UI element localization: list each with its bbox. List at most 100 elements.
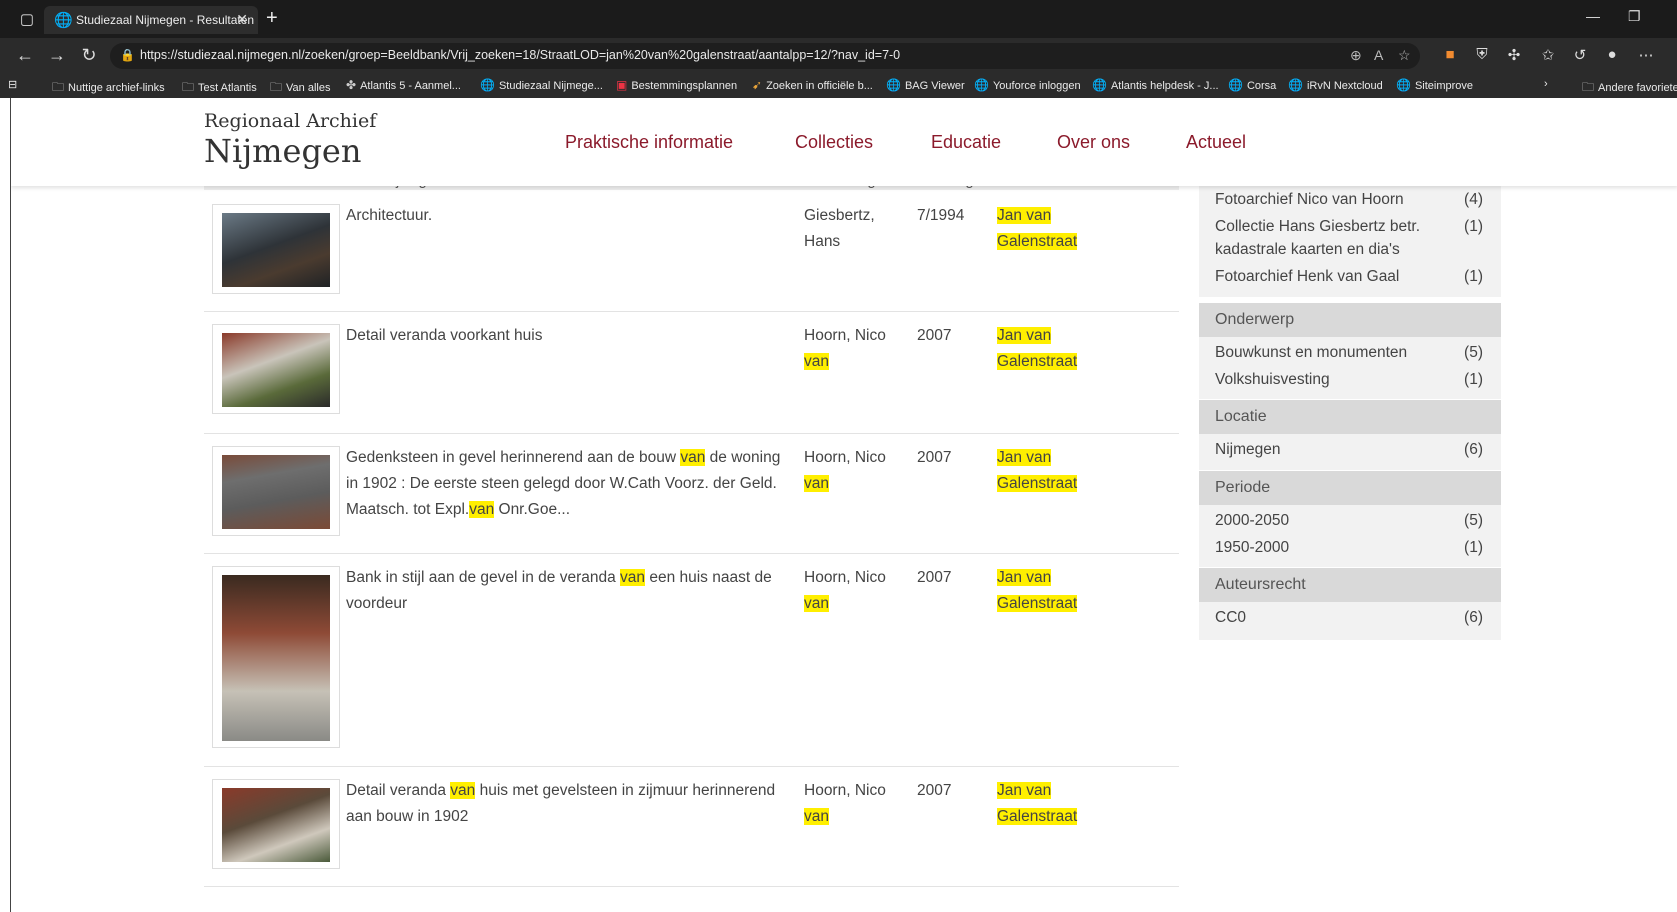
read-aloud-icon[interactable]: A [1374,47,1383,63]
favorite-star-icon[interactable]: ☆ [1398,47,1411,64]
maker-text: Hans [804,233,841,250]
location-text: Galenstraat [997,233,1078,250]
result-date: 2007 [917,449,952,466]
nav-over-ons[interactable]: Over ons [1057,132,1130,153]
photo-image [222,575,330,741]
facet-title[interactable]: Periode [1199,471,1501,505]
photo-image [222,333,330,407]
lock-icon: 🔒 [120,48,135,62]
facet-item[interactable]: CC0 (6) [1199,606,1501,636]
close-tab-icon[interactable]: ✕ [236,11,248,28]
location-text: Galenstraat [997,808,1078,825]
description-text: Detail veranda voorkant huis [346,327,543,344]
facet-item[interactable]: 2000-2050 (5) [1199,509,1501,536]
favorites-overflow-chevron-icon[interactable]: › [1544,78,1548,90]
result-row[interactable]: Bank in stijl aan de gevel in de veranda… [204,554,1179,767]
nav-praktische-informatie[interactable]: Praktische informatie [565,132,733,153]
globe-icon: 🌐 [1396,78,1411,92]
location-text: Jan van [997,327,1052,344]
facet-item-label: Fotoarchief Nico van Hoorn [1215,191,1404,208]
browser-tab[interactable]: 🌐 Studiezaal Nijmegen - Resultaten ✕ [44,6,258,34]
highlight-match: van [620,569,646,586]
result-row[interactable]: Gedenksteen in gevel herinnerend aan de … [204,434,1179,554]
more-menu-icon[interactable]: ⋯ [1636,46,1656,64]
nav-actueel[interactable]: Actueel [1186,132,1246,153]
logo-subtitle[interactable]: Regionaal Archief [204,110,376,132]
logo-title[interactable]: Nijmegen [204,132,361,170]
favorite-item[interactable]: 🗀 Van alles [270,78,330,99]
favorite-item[interactable]: 🌐 Studiezaal Nijmege... [480,78,603,92]
zoom-icon[interactable]: ⊕ [1350,47,1362,64]
facet-item-label: Bouwkunst en monumenten [1215,344,1408,361]
facet-item[interactable]: Collectie Hans Giesbertz betr. kadastral… [1199,215,1501,265]
facet-item[interactable]: Volkshuisvesting (1) [1199,368,1501,395]
nav-educatie[interactable]: Educatie [931,132,1001,153]
new-tab-button[interactable]: + [266,7,278,30]
favorite-item[interactable]: ▣ Bestemmingsplannen [616,78,737,92]
favorite-item[interactable]: 🌐 BAG Viewer [886,78,965,92]
other-favorites[interactable]: 🗀 Andere favoriete [1582,78,1677,99]
web-page: Beschrijving Vervaardiger Datering Locat… [10,98,1677,912]
favorite-item[interactable]: 🌐 Atlantis helpdesk - J... [1092,78,1219,92]
favorite-item[interactable]: 🌐 Siteimprove [1396,78,1473,92]
facet-item-label: 2000-2050 [1215,512,1290,529]
result-thumbnail[interactable] [212,204,340,294]
history-icon[interactable]: ↺ [1570,46,1590,64]
arrow-icon: ➹ [752,78,763,92]
result-row[interactable]: Architectuur. Giesbertz, Hans 7/1994 Jan van… [204,192,1179,312]
result-description[interactable]: Detail veranda van huis met gevelsteen i… [346,778,796,830]
photo-image [222,455,330,529]
back-icon[interactable]: ← [14,45,36,66]
extensions-icon[interactable]: ✣ [1504,46,1524,64]
favorite-item[interactable]: 🗀 Nuttige archief-links [52,78,165,99]
result-date: 2007 [917,327,952,344]
folder-icon: 🗀 [270,80,283,94]
reading-list-icon[interactable]: ⊟ [8,78,17,91]
extension-icon[interactable]: ■ [1440,46,1460,63]
facet-item-count: (6) [1464,609,1483,626]
favorite-item[interactable]: 🌐 Youforce inloggen [974,78,1081,92]
globe-icon: 🌐 [974,78,989,92]
facet-item[interactable]: Fotoarchief Henk van Gaal (1) [1199,265,1501,293]
facet-title[interactable]: Locatie [1199,400,1501,434]
result-thumbnail[interactable] [212,446,340,536]
address-bar[interactable]: 🔒 https://studiezaal.nijmegen.nl/zoeken/… [110,43,1420,69]
facet-item[interactable]: 1950-2000 (1) [1199,536,1501,563]
facet-item-label: Volkshuisvesting [1215,371,1330,388]
minimize-icon[interactable]: — [1586,8,1600,24]
result-description[interactable]: Architectuur. [346,203,796,229]
refresh-icon[interactable]: ↻ [78,45,100,66]
favorite-item[interactable]: 🌐 iRvN Nextcloud [1288,78,1383,92]
shield-icon[interactable]: ⛨ [1472,46,1492,63]
result-thumbnail[interactable] [212,324,340,414]
tab-actions-icon[interactable]: ▢ [14,10,40,28]
favorite-item[interactable]: ➹ Zoeken in officiële b... [752,78,873,92]
result-row[interactable]: Detail veranda van huis met gevelsteen i… [204,767,1179,887]
facet-item[interactable]: Bouwkunst en monumenten (5) [1199,341,1501,368]
result-thumbnail[interactable] [212,566,340,748]
facet-item-count: (5) [1464,512,1483,529]
favorite-item[interactable]: ✤ Atlantis 5 - Aanmel... [346,78,461,92]
facet-item[interactable]: Nijmegen (6) [1199,438,1501,466]
favorite-item[interactable]: 🗀 Test Atlantis [182,78,257,99]
result-maker: Hoorn, Nico van [804,565,886,617]
facet-title[interactable]: Onderwerp [1199,303,1501,337]
description-text: Detail veranda [346,782,451,799]
result-description[interactable]: Detail veranda voorkant huis [346,323,796,349]
facet-item[interactable]: Fotoarchief Nico van Hoorn (4) [1199,188,1501,215]
photo-image [222,213,330,287]
url-text[interactable]: https://studiezaal.nijmegen.nl/zoeken/gr… [140,48,900,62]
facet-title[interactable]: Auteursrecht [1199,568,1501,602]
result-row[interactable]: Detail veranda voorkant huis Hoorn, Nico v… [204,312,1179,434]
forward-icon[interactable]: → [46,45,68,66]
restore-icon[interactable]: ❐ [1628,8,1641,25]
facet-item-count: (5) [1464,344,1483,361]
result-description[interactable]: Gedenksteen in gevel herinnerend aan de … [346,445,796,523]
result-description[interactable]: Bank in stijl aan de gevel in de veranda… [346,565,796,617]
nav-collecties[interactable]: Collecties [795,132,873,153]
profile-avatar-icon[interactable]: ● [1602,46,1622,63]
maker-text: Hoorn, Nico [804,327,886,344]
favorites-icon[interactable]: ✩ [1538,46,1558,64]
favorite-item[interactable]: 🌐 Corsa [1228,78,1276,92]
result-thumbnail[interactable] [212,779,340,869]
